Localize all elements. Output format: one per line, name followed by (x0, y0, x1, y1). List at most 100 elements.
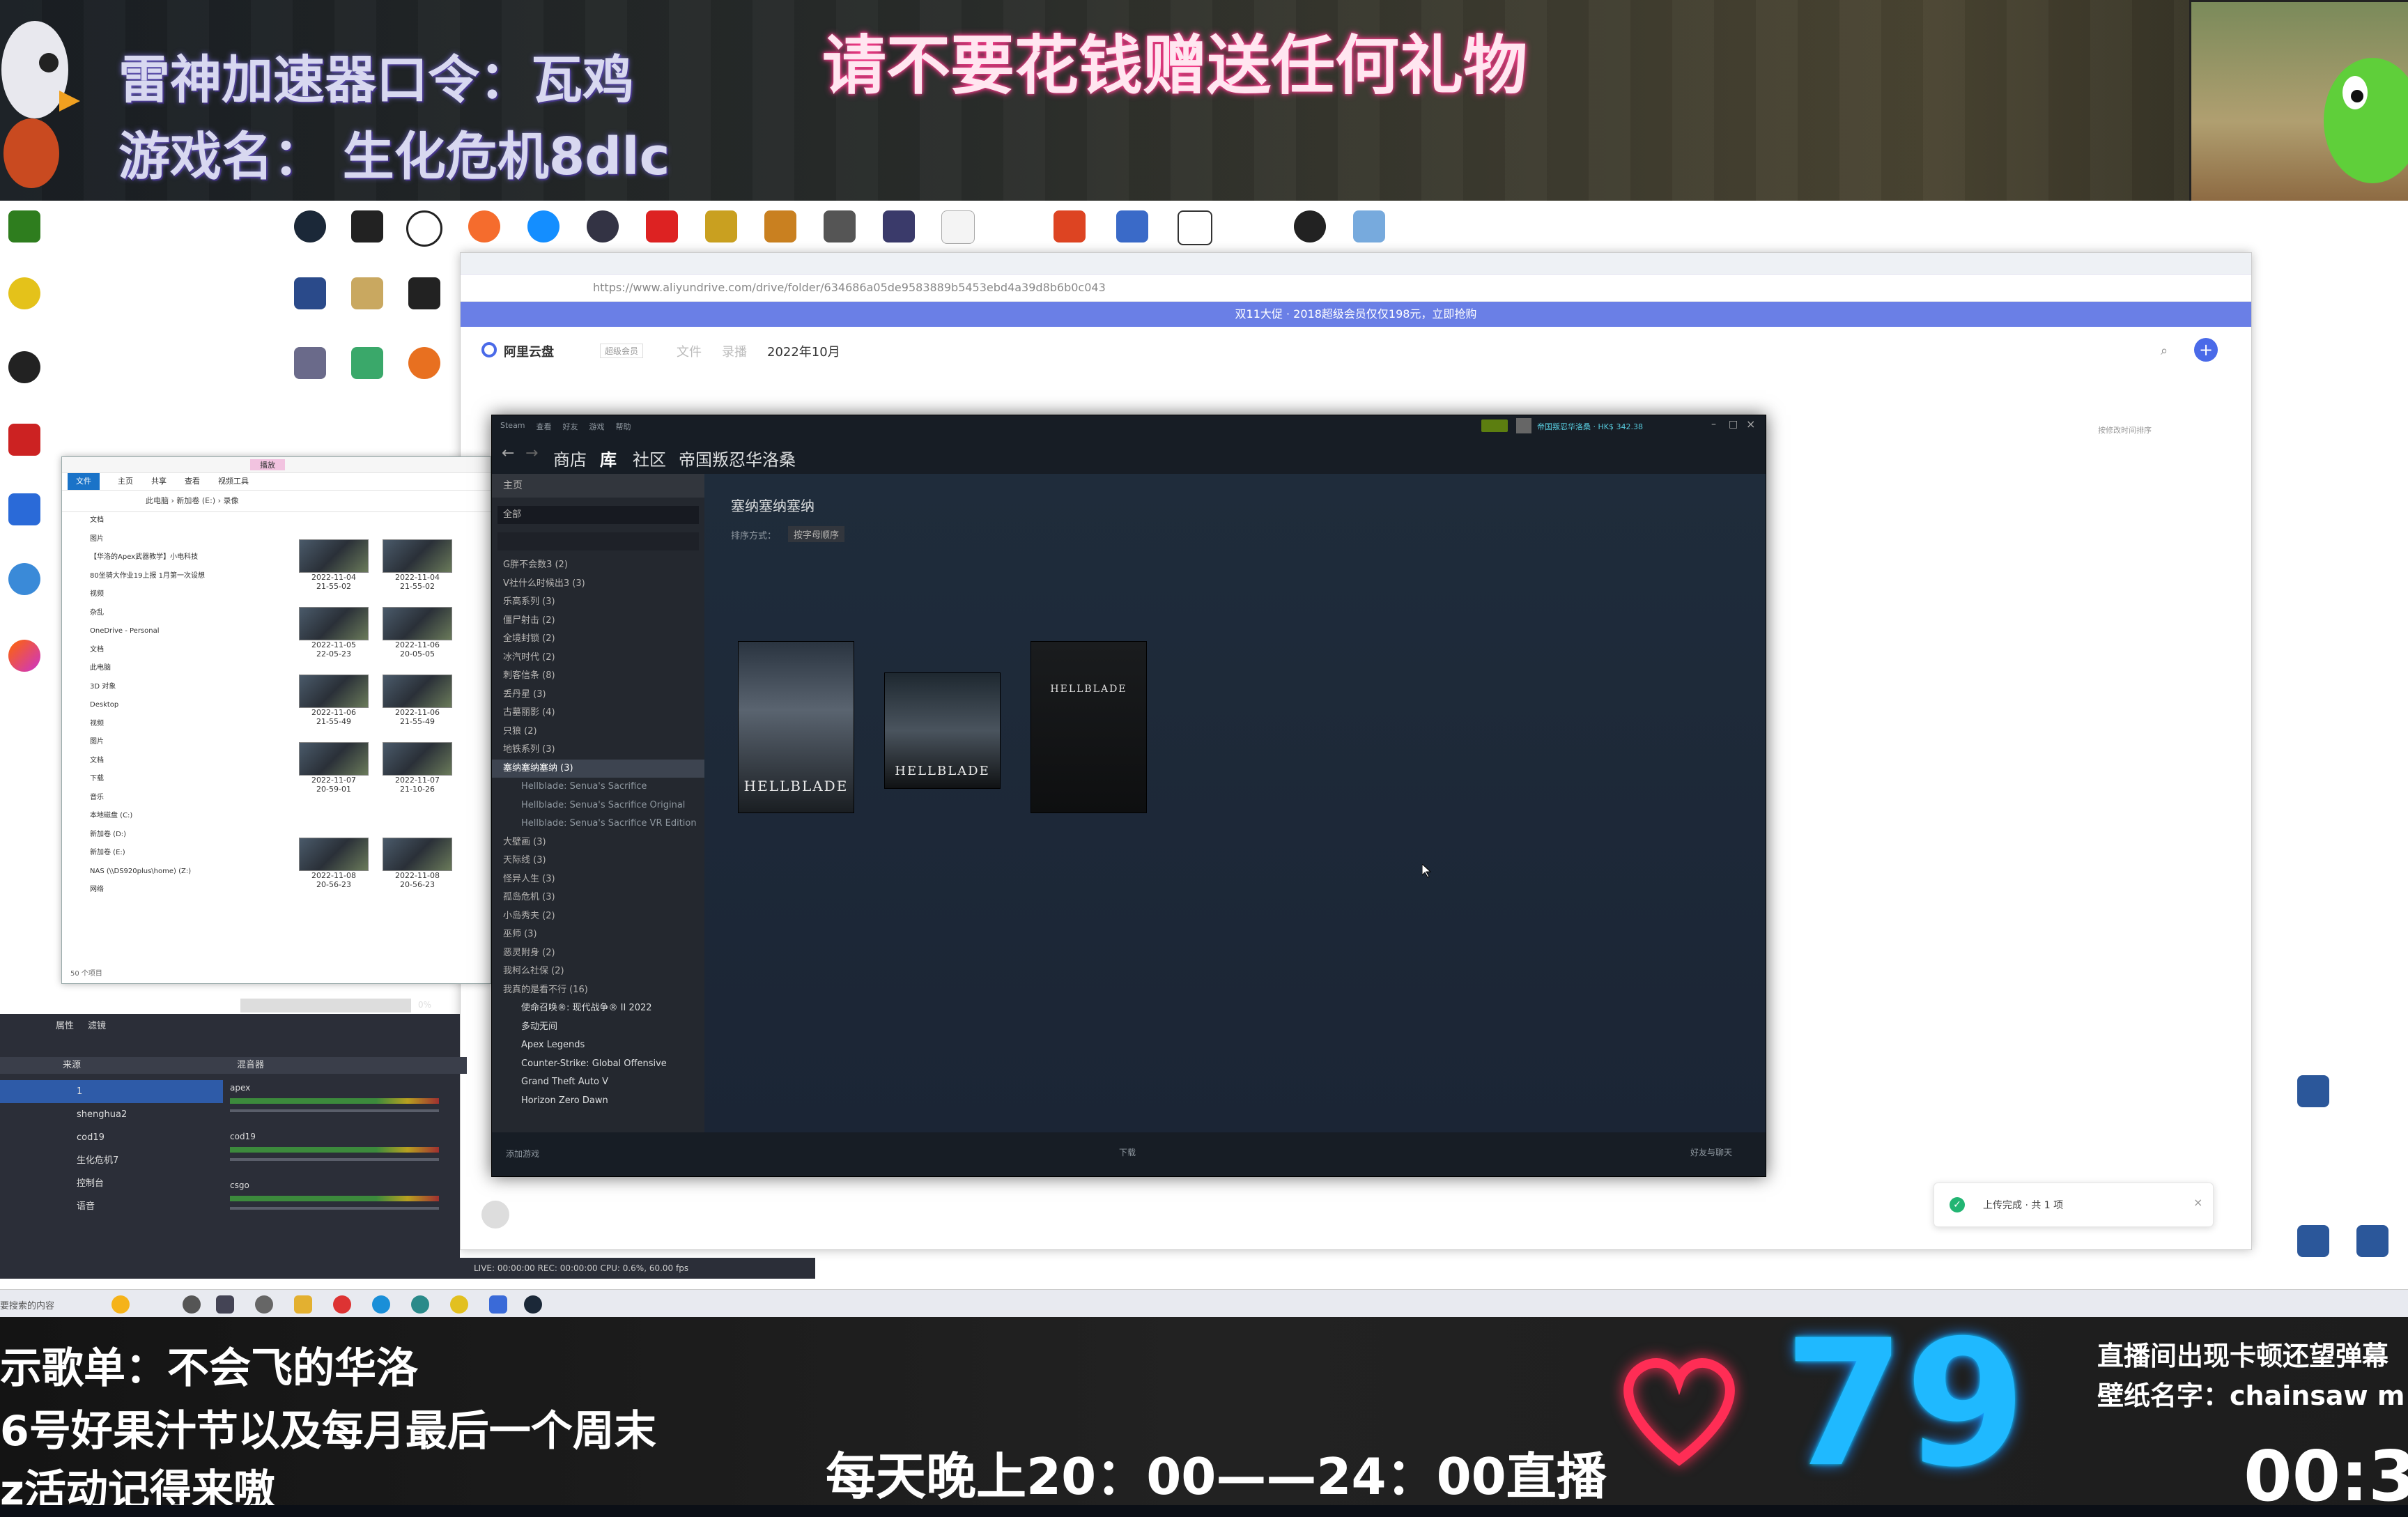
nav-profile[interactable]: 帝国叛忍华洛桑 (679, 446, 796, 470)
notification-badge[interactable] (1481, 419, 1508, 432)
game-list-item[interactable]: Grand Theft Auto V (492, 1073, 704, 1092)
ribbon-tab-file[interactable]: 文件 (68, 473, 100, 490)
source-item[interactable]: shenghua2 (0, 1103, 223, 1126)
vr-icon[interactable] (1171, 210, 1219, 245)
promo-banner[interactable]: 双11大促 · 2018超级会员仅仅198元，立即抢购 (461, 302, 2251, 327)
dark-app-icon[interactable] (1286, 210, 1334, 242)
nav-pane-item[interactable]: 本地磁盘 (C:) (62, 807, 264, 826)
app-icon[interactable] (489, 1295, 507, 1314)
collection-item[interactable]: 巫师 (3) (492, 925, 704, 944)
close-icon[interactable]: × (2193, 1196, 2202, 1209)
folder-icon[interactable] (294, 1295, 312, 1314)
task-view-icon[interactable] (183, 1295, 201, 1314)
app-icon[interactable] (411, 1295, 429, 1314)
game-list-item[interactable]: Horizon Zero Dawn (492, 1092, 704, 1111)
chrome-icon[interactable] (0, 277, 49, 309)
nav-pane-item[interactable]: 视频 (62, 715, 264, 734)
game-list-item[interactable]: Counter-Strike: Global Offensive (492, 1055, 704, 1074)
qq-icon[interactable] (0, 351, 49, 383)
back-icon[interactable]: ← (502, 445, 514, 462)
obs-icon[interactable] (255, 1295, 273, 1314)
word-file-icon[interactable] (2348, 1225, 2397, 1257)
ribbon-tab-view[interactable]: 查看 (185, 473, 200, 490)
game-list-item[interactable]: Apex Legends (492, 1036, 704, 1055)
ribbon-tab-share[interactable]: 共享 (151, 473, 167, 490)
browser-tab-strip[interactable] (461, 253, 2251, 275)
minimize-icon[interactable]: – (1711, 419, 1716, 430)
collection-item[interactable]: 地铁系列 (3) (492, 741, 704, 760)
nav-pane-item[interactable]: NAS (\\DS920plus\home) (Z:) (62, 863, 264, 881)
video-file-item[interactable]: 2022-11-07 20-59-01 (299, 742, 369, 794)
game-shortcut-icon[interactable] (815, 210, 864, 242)
steam-menu-item[interactable]: 查看 (537, 421, 552, 432)
collection-item[interactable]: 孤岛危机 (3) (492, 888, 704, 907)
weather-icon[interactable] (111, 1295, 130, 1314)
nav-pane-item[interactable]: 视频 (62, 585, 264, 604)
nav-pane-item[interactable]: OneDrive - Personal (62, 622, 264, 641)
taskbar-search[interactable]: 要搜索的内容 (0, 1298, 54, 1311)
source-item[interactable]: 语音 (0, 1195, 223, 1218)
game-shortcut-icon[interactable] (756, 210, 805, 242)
video-file-item[interactable]: 2022-11-04 21-55-02 (383, 539, 452, 591)
game-list-item[interactable]: Hellblade: Senua's Sacrifice VR Edition (492, 815, 704, 833)
nav-pane-item[interactable]: 新加卷 (D:) (62, 826, 264, 845)
video-file-item[interactable]: 2022-11-06 21-55-49 (383, 675, 452, 726)
friends-chat-button[interactable]: 好友与聊天 (1690, 1146, 1732, 1158)
ubisoft-icon[interactable] (400, 210, 449, 247)
blue-app-icon[interactable] (0, 493, 49, 525)
video-file-item[interactable]: 2022-11-04 21-55-02 (299, 539, 369, 591)
chrome-taskbar-icon[interactable] (450, 1295, 468, 1314)
ribbon-tab-home[interactable]: 主页 (118, 473, 133, 490)
collection-item-open[interactable]: 塞纳塞纳塞纳 (3) (492, 759, 704, 778)
battlenet-icon[interactable] (519, 210, 568, 242)
steam-taskbar-icon[interactable] (524, 1295, 542, 1314)
document-icon[interactable] (934, 210, 982, 244)
steam-desktop-icon[interactable] (286, 210, 334, 242)
game-card[interactable]: HELLBLADE (884, 672, 1001, 789)
sort-select[interactable]: 按字母顺序 (788, 526, 845, 542)
collection-item[interactable]: 僵尸射击 (2) (492, 612, 704, 631)
collection-item[interactable]: 我真的是看不行 (16) (492, 981, 704, 1000)
game-list-item[interactable]: 多动无间 (492, 1018, 704, 1037)
nav-pane-item[interactable]: 音乐 (62, 789, 264, 808)
nav-library[interactable]: 库 (600, 446, 617, 470)
path-bar[interactable]: 此电脑 › 新加卷 (E:) › 录像 (62, 491, 491, 512)
game-list-item[interactable]: Hellblade: Senua's Sacrifice Original (492, 796, 704, 815)
source-item[interactable]: cod19 (0, 1126, 223, 1149)
breadcrumb-item[interactable]: 录播 (722, 342, 747, 360)
collection-item[interactable]: 全境封锁 (2) (492, 630, 704, 649)
library-search[interactable] (497, 532, 699, 550)
forward-icon[interactable]: → (525, 445, 538, 462)
colorful-app-icon[interactable] (0, 640, 49, 672)
collection-item[interactable]: V社什么时候出3 (3) (492, 575, 704, 594)
nav-pane-item[interactable]: 3D 对象 (62, 678, 264, 697)
video-file-item[interactable]: 2022-11-06 20-05-05 (383, 607, 452, 659)
collection-item[interactable]: 刺客信条 (8) (492, 667, 704, 686)
nvidia-icon[interactable] (0, 210, 49, 242)
blue-tool-icon[interactable] (1108, 210, 1157, 242)
video-file-item[interactable]: 2022-11-08 20-56-23 (299, 838, 369, 889)
breadcrumb-item[interactable]: 文件 (677, 342, 702, 360)
steam-menu-item[interactable]: 游戏 (589, 421, 605, 432)
nav-pane-item[interactable]: 【华洛的Apex武器教学】小电科技 (62, 548, 264, 567)
steam-menu-item[interactable]: 好友 (563, 421, 578, 432)
voice-app-icon[interactable] (0, 424, 49, 456)
nav-pane-item[interactable]: 网络 (62, 881, 264, 900)
vr-app-icon[interactable] (578, 210, 627, 242)
app-icon[interactable] (333, 1295, 351, 1314)
collection-item[interactable]: 冰汽时代 (2) (492, 649, 704, 668)
downloads-button[interactable]: 下载 (1119, 1146, 1136, 1158)
user-avatar[interactable] (481, 1201, 509, 1229)
collection-item[interactable]: G胖不会数3 (2) (492, 556, 704, 575)
volume-slider[interactable] (230, 1109, 439, 1112)
red-app-icon[interactable] (638, 210, 686, 242)
nav-pane-item[interactable]: 新加卷 (E:) (62, 844, 264, 863)
collection-item[interactable]: 大壁画 (3) (492, 833, 704, 852)
volume-slider[interactable] (230, 1158, 439, 1161)
game-shortcut-icon[interactable] (286, 347, 334, 379)
tab-properties[interactable]: 属性 (56, 1014, 74, 1039)
collection-item[interactable]: 丢丹星 (3) (492, 686, 704, 704)
volume-slider[interactable] (230, 1207, 439, 1210)
nav-pane-item[interactable]: 图片 (62, 530, 264, 549)
add-button[interactable]: + (2194, 338, 2218, 362)
